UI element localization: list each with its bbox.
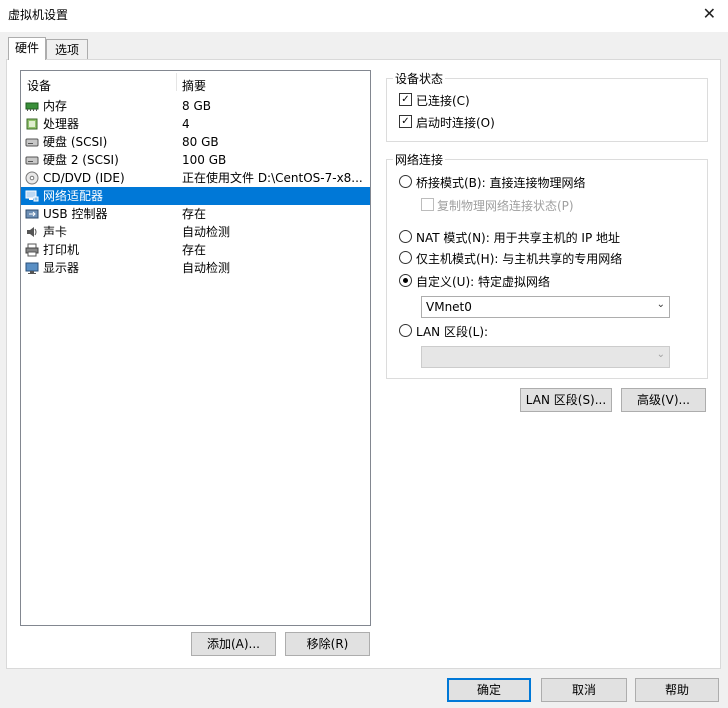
device-name: 处理器 — [43, 117, 80, 131]
chevron-down-icon: ⌄ — [656, 299, 665, 310]
table-row[interactable]: 打印机 存在 — [21, 241, 370, 259]
remove-button[interactable]: 移除(R) — [285, 632, 370, 656]
tab-hardware[interactable]: 硬件 — [8, 37, 46, 60]
cd-dvd-icon — [25, 171, 39, 185]
lan-segments-button[interactable]: LAN 区段(S)... — [520, 388, 612, 412]
lan-segment-select[interactable]: ⌄ — [421, 346, 670, 368]
custom-network-select[interactable]: VMnet0 ⌄ — [421, 296, 670, 318]
device-summary: 100 GB — [182, 153, 227, 167]
ok-button[interactable]: 确定 — [447, 678, 531, 702]
device-summary: 自动检测 — [182, 261, 231, 275]
nat-label[interactable]: NAT 模式(N): 用于共享主机的 IP 地址 — [416, 229, 620, 246]
help-button[interactable]: 帮助 — [635, 678, 719, 702]
device-summary: 存在 — [182, 207, 207, 221]
device-name: CD/DVD (IDE) — [43, 171, 125, 185]
connect-at-power-on-checkbox[interactable]: ✓ — [399, 115, 412, 128]
connected-label[interactable]: 已连接(C) — [416, 92, 470, 109]
device-status-title: 设备状态 — [393, 70, 446, 87]
table-row[interactable]: 处理器 4 — [21, 115, 370, 133]
device-summary: 自动检测 — [182, 225, 231, 239]
display-icon — [25, 262, 39, 274]
sound-card-icon — [27, 227, 37, 237]
device-summary: 4 — [182, 117, 190, 131]
device-summary: 正在使用文件 D:\CentOS-7-x8... — [182, 171, 362, 185]
device-list[interactable]: 设备 摘要 内存 8 GB 处理器 4 硬盘 (SCSI) 80 GB 硬盘 2… — [20, 70, 371, 626]
lan-segment-radio[interactable] — [399, 324, 412, 337]
column-header-device[interactable]: 设备 — [27, 77, 51, 94]
title-bar — [0, 0, 728, 32]
table-row[interactable]: 内存 8 GB — [21, 97, 370, 115]
nat-radio[interactable] — [399, 230, 412, 243]
device-summary: 8 GB — [182, 99, 211, 113]
printer-icon — [25, 243, 39, 257]
device-name: 硬盘 2 (SCSI) — [43, 153, 119, 167]
device-name: 硬盘 (SCSI) — [43, 135, 108, 149]
custom-label[interactable]: 自定义(U): 特定虚拟网络 — [416, 273, 550, 290]
tab-options[interactable]: 选项 — [46, 39, 88, 60]
table-row[interactable]: 网络适配器 — [21, 187, 370, 205]
device-name: USB 控制器 — [43, 207, 108, 221]
host-only-label[interactable]: 仅主机模式(H): 与主机共享的专用网络 — [416, 250, 622, 267]
connect-at-power-on-label[interactable]: 启动时连接(O) — [416, 114, 495, 131]
table-row[interactable]: 显示器 自动检测 — [21, 259, 370, 277]
usb-icon — [25, 209, 39, 219]
replicate-state-label[interactable]: 复制物理网络连接状态(P) — [437, 197, 574, 214]
device-summary: 存在 — [182, 243, 207, 257]
replicate-state-checkbox[interactable] — [421, 198, 434, 211]
connected-checkbox[interactable]: ✓ — [399, 93, 412, 106]
device-name: 内存 — [43, 99, 68, 113]
window-title: 虚拟机设置 — [8, 8, 69, 22]
add-button[interactable]: 添加(A)... — [191, 632, 276, 656]
device-summary: 80 GB — [182, 135, 219, 149]
custom-radio[interactable] — [399, 274, 412, 287]
device-name: 网络适配器 — [43, 189, 104, 203]
table-row[interactable]: CD/DVD (IDE) 正在使用文件 D:\CentOS-7-x8... — [21, 169, 370, 187]
memory-icon — [25, 102, 39, 111]
device-name: 显示器 — [43, 261, 80, 275]
table-row[interactable]: 声卡 自动检测 — [21, 223, 370, 241]
device-name: 声卡 — [43, 225, 68, 239]
close-icon[interactable]: ✕ — [703, 4, 716, 23]
hard-disk-icon — [25, 156, 39, 165]
table-row[interactable]: 硬盘 2 (SCSI) 100 GB — [21, 151, 370, 169]
cancel-button[interactable]: 取消 — [541, 678, 627, 702]
table-row[interactable]: USB 控制器 存在 — [21, 205, 370, 223]
network-adapter-icon — [25, 190, 39, 202]
column-header-summary[interactable]: 摘要 — [182, 77, 206, 94]
chevron-down-icon: ⌄ — [656, 349, 665, 360]
bridged-radio[interactable] — [399, 175, 412, 188]
custom-network-value: VMnet0 — [426, 300, 472, 314]
table-row[interactable]: 硬盘 (SCSI) 80 GB — [21, 133, 370, 151]
host-only-radio[interactable] — [399, 251, 412, 264]
hard-disk-icon — [25, 138, 39, 147]
device-name: 打印机 — [43, 243, 80, 257]
cpu-icon — [26, 118, 38, 130]
bridged-label[interactable]: 桥接模式(B): 直接连接物理网络 — [416, 174, 585, 191]
device-status-group — [386, 78, 708, 142]
advanced-button[interactable]: 高级(V)... — [621, 388, 706, 412]
lan-segment-label[interactable]: LAN 区段(L): — [416, 323, 488, 340]
network-connection-title: 网络连接 — [393, 151, 446, 168]
